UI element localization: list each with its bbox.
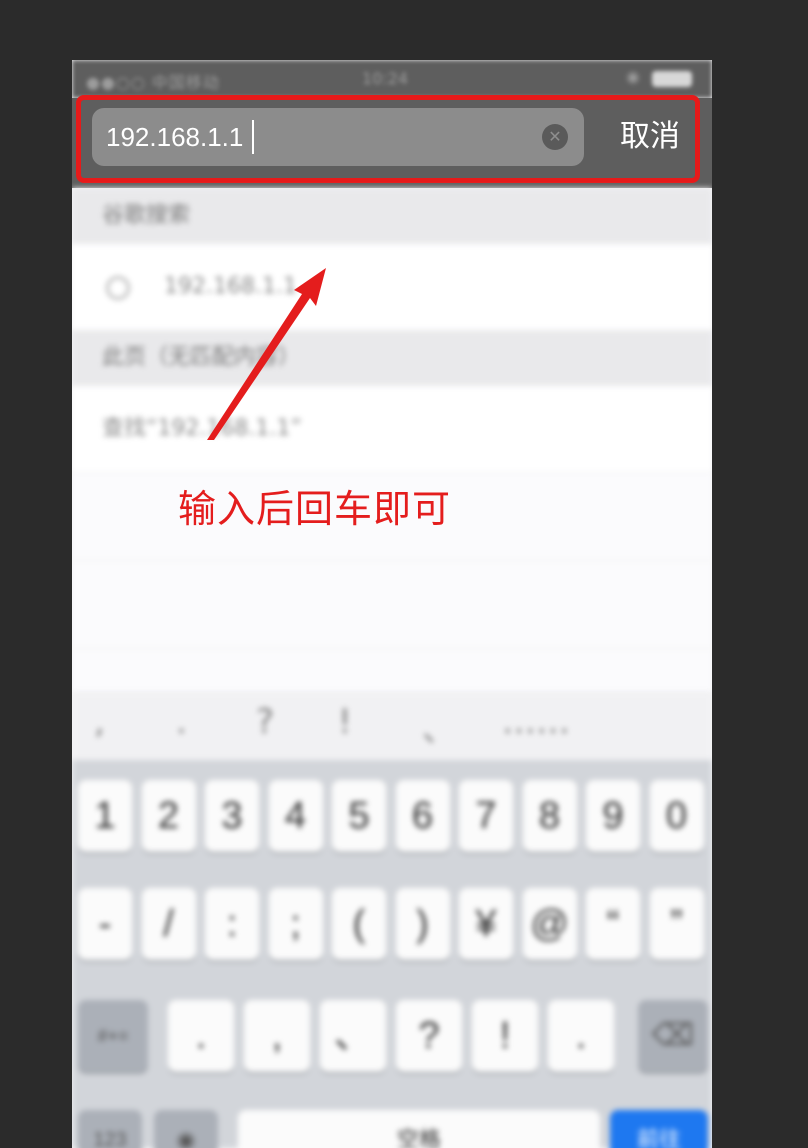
symbol-key[interactable]: ” [649,888,704,960]
clock: 10:24 [362,69,409,88]
digit-key-1[interactable]: 1 [78,780,132,852]
punctuation-key[interactable]: , [94,702,105,742]
find-on-page-text: 查找“192.168.1.1” [102,416,302,441]
digit-key-6[interactable]: 6 [395,780,450,852]
search-icon [106,276,130,300]
punctuation-key[interactable]: ? [396,1000,462,1072]
punctuation-key[interactable]: ! [338,702,352,742]
punctuation-key[interactable]: …… [502,702,570,742]
punctuation-key[interactable]: 、 [320,1000,386,1072]
globe-icon[interactable]: ◉ [154,1110,218,1148]
punctuation-key[interactable]: ! [472,1000,538,1072]
symbol-key[interactable]: / [141,888,196,960]
carrier-label: ●●○○ 中国移动 [86,73,220,92]
digit-key-0[interactable]: 0 [649,780,704,852]
text-cursor [252,120,254,154]
digit-key-3[interactable]: 3 [205,780,259,852]
symbol-key[interactable]: ) [395,888,450,960]
clear-circle-icon[interactable]: ✕ [542,124,568,150]
punctuation-key[interactable]: 、 [422,702,456,751]
symbol-key[interactable]: @ [522,888,577,960]
battery-icon [652,71,692,87]
digit-key-4[interactable]: 4 [268,780,323,852]
digit-key-7[interactable]: 7 [459,780,513,852]
annotation-label: 输入后回车即可 [178,487,452,531]
google-suggestion-row[interactable]: 192.168.1.1 [72,244,712,330]
space-key[interactable]: 空格 [238,1110,600,1148]
digit-key-9[interactable]: 9 [586,780,640,852]
wifi-icon: ◉ [626,67,640,86]
google-search-header: 谷歌搜索 [72,188,712,244]
punctuation-bar [72,692,712,760]
punctuation-key[interactable]: , [244,1000,310,1072]
find-on-page-row[interactable]: 查找“192.168.1.1” [72,386,712,472]
symbol-key[interactable]: : [205,888,259,960]
status-bar: ●●○○ 中国移动 10:24 ◉ [72,60,712,98]
digit-key-2[interactable]: 2 [141,780,196,852]
go-button[interactable]: 前往 [610,1110,708,1148]
punctuation-key[interactable]: . [168,1000,234,1072]
symbol-key[interactable]: - [78,888,132,960]
symbol-key[interactable]: ; [268,888,323,960]
empty-row [72,648,712,693]
cancel-button[interactable]: 取消 [612,114,688,160]
keyboard: ,.?!、…… 1 2 3 4 5 6 7 8 9 0- /:;() ¥ @ “” #+=.,、?!. ⌫ 123… [72,692,712,1148]
empty-row [72,560,712,649]
punctuation-key[interactable]: ? [256,702,274,742]
on-page-header: 此页（无匹配内容） [72,330,712,386]
phone-screen: ●●○○ 中国移动 10:24 ◉ ✕ 取消 谷歌搜索 192.168.1.1 … [72,60,712,1148]
punctuation-key[interactable]: . [548,1000,614,1072]
digit-key-8[interactable]: 8 [522,780,577,852]
symbol-key[interactable]: “ [586,888,640,960]
search-input[interactable] [92,108,584,166]
backspace-icon[interactable]: ⌫ [638,1000,708,1072]
symbol-key[interactable]: ¥ [459,888,513,960]
punctuation-key[interactable]: . [176,702,187,742]
google-suggestion-text: 192.168.1.1 [164,274,297,299]
suggestion-list: 谷歌搜索 192.168.1.1 此页（无匹配内容） 查找“192.168.1.… [72,188,712,693]
numbers-toggle-key[interactable]: 123 [78,1110,142,1148]
digit-key-5[interactable]: 5 [332,780,386,852]
symbol-key[interactable]: ( [332,888,386,960]
symbols-toggle-key[interactable]: #+= [78,1000,148,1072]
